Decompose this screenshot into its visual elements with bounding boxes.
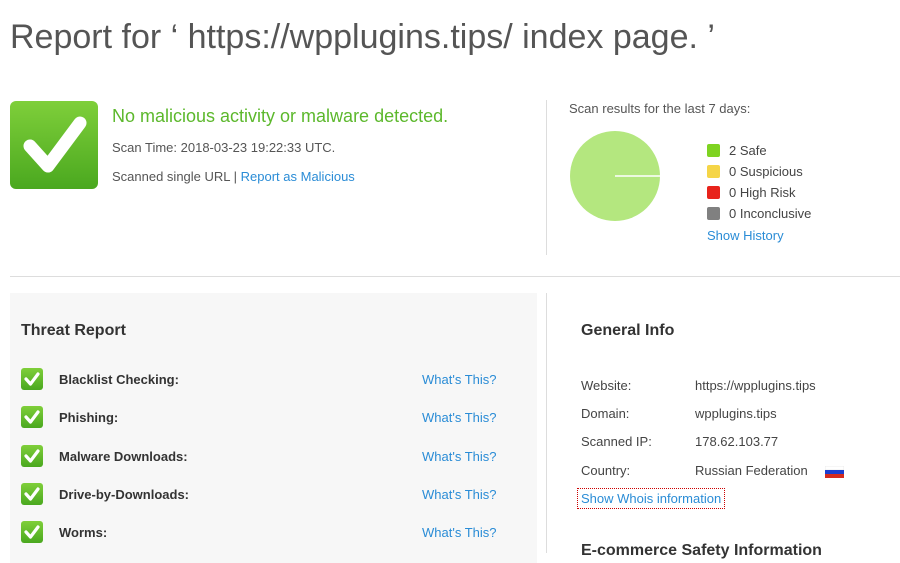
info-value: https://wpplugins.tips <box>695 378 816 393</box>
divider-horizontal <box>10 276 900 277</box>
divider-vertical-top <box>546 100 547 255</box>
threat-row-drive-by-downloads: Drive-by-Downloads: What's This? <box>10 483 537 507</box>
threat-report-panel: Threat Report Blacklist Checking: What's… <box>10 293 537 563</box>
threat-report-title: Threat Report <box>21 322 126 339</box>
threat-row-malware-downloads: Malware Downloads: What's This? <box>10 445 537 469</box>
scan-results-pie-chart <box>570 131 660 221</box>
check-icon <box>21 445 43 467</box>
info-key: Domain: <box>581 406 630 421</box>
whats-this-link[interactable]: What's This? <box>422 487 497 502</box>
legend-label-inconclusive: 0 Inconclusive <box>729 206 812 221</box>
legend-label-suspicious: 0 Suspicious <box>729 164 803 179</box>
ecommerce-safety-title: E-commerce Safety Information <box>581 542 822 559</box>
report-as-malicious-link[interactable]: Report as Malicious <box>241 169 355 184</box>
legend-item-safe: 2 Safe <box>707 140 811 161</box>
threat-row-phishing: Phishing: What's This? <box>10 406 537 430</box>
russia-flag-icon <box>825 466 844 478</box>
legend-item-suspicious: 0 Suspicious <box>707 161 811 182</box>
threat-label: Blacklist Checking: <box>59 372 179 387</box>
threat-row-worms: Worms: What's This? <box>10 521 537 545</box>
page-title: Report for ‘ https://wpplugins.tips/ ind… <box>10 18 715 56</box>
whats-this-link[interactable]: What's This? <box>422 525 497 540</box>
info-key: Scanned IP: <box>581 434 652 449</box>
scan-results-legend: 2 Safe 0 Suspicious 0 High Risk 0 Inconc… <box>707 140 811 224</box>
show-history-link[interactable]: Show History <box>707 228 784 243</box>
show-whois-link[interactable]: Show Whois information <box>577 488 726 509</box>
threat-label: Malware Downloads: <box>59 449 188 464</box>
legend-swatch-high-risk <box>707 186 720 199</box>
threat-label: Drive-by-Downloads: <box>59 487 190 502</box>
legend-item-inconclusive: 0 Inconclusive <box>707 203 811 224</box>
check-icon <box>21 521 43 543</box>
scanned-prefix: Scanned single URL | <box>112 169 241 184</box>
legend-label-safe: 2 Safe <box>729 143 767 158</box>
info-key: Website: <box>581 378 632 393</box>
legend-label-high-risk: 0 High Risk <box>729 185 796 200</box>
threat-row-blacklist: Blacklist Checking: What's This? <box>10 368 537 392</box>
whats-this-link[interactable]: What's This? <box>422 410 497 425</box>
info-key: Country: <box>581 463 631 478</box>
threat-label: Worms: <box>59 525 108 540</box>
legend-swatch-inconclusive <box>707 207 720 220</box>
general-info-title: General Info <box>581 322 675 339</box>
scan-time: Scan Time: 2018-03-23 19:22:33 UTC. <box>112 140 336 155</box>
scan-results-title: Scan results for the last 7 days: <box>569 101 751 116</box>
check-icon <box>21 483 43 505</box>
legend-swatch-suspicious <box>707 165 720 178</box>
legend-swatch-safe <box>707 144 720 157</box>
divider-vertical-bottom <box>546 293 547 553</box>
status-headline: No malicious activity or malware detecte… <box>112 106 449 126</box>
info-value: wpplugins.tips <box>695 406 777 421</box>
info-value: 178.62.103.77 <box>695 434 779 449</box>
whats-this-link[interactable]: What's This? <box>422 372 497 387</box>
info-value: Russian Federation <box>695 463 808 478</box>
scanned-line: Scanned single URL | Report as Malicious <box>112 169 355 184</box>
whats-this-link[interactable]: What's This? <box>422 449 497 464</box>
check-icon <box>21 406 43 428</box>
check-icon <box>21 368 43 390</box>
threat-label: Phishing: <box>59 410 119 425</box>
legend-item-high-risk: 0 High Risk <box>707 182 811 203</box>
safe-check-icon <box>10 101 98 189</box>
